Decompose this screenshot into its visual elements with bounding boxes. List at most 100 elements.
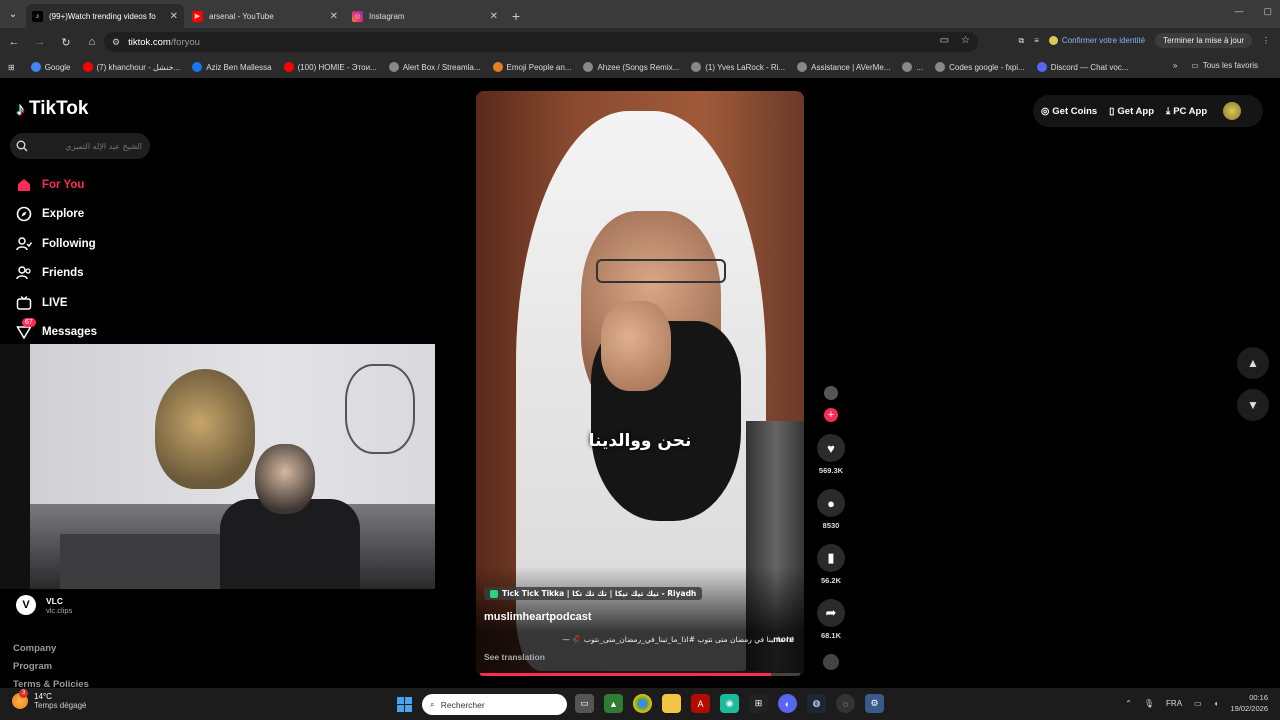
windows-start-icon[interactable]: [397, 697, 412, 712]
tab-instagram[interactable]: ◎ Instagram ✕: [346, 4, 504, 28]
update-button[interactable]: Terminer la mise à jour: [1155, 33, 1252, 48]
comment-icon: ●: [817, 489, 845, 517]
get-app-button[interactable]: ▯ Get App: [1109, 106, 1154, 117]
app-icon[interactable]: ◉: [720, 694, 739, 713]
search-box[interactable]: [10, 133, 150, 159]
maximize-icon[interactable]: ▢: [1263, 6, 1272, 17]
profile-icon: [1048, 36, 1058, 45]
minimize-icon[interactable]: —: [1234, 6, 1243, 17]
share-action[interactable]: ➦ 68.1K: [816, 599, 846, 640]
cast-icon[interactable]: ▭: [940, 35, 949, 46]
logo-text: TikTok: [29, 98, 89, 119]
bookmark-item[interactable]: (7) khanchour - خنشل...: [82, 62, 180, 72]
tiktok-logo[interactable]: ♪ TikTok: [16, 98, 88, 120]
bookmark-favicon-icon: [797, 62, 808, 72]
chevron-up-icon[interactable]: ⌃: [1125, 699, 1132, 708]
nav-following[interactable]: Following: [14, 229, 97, 259]
weather-widget[interactable]: 3 14°C Temps dégagé: [12, 689, 86, 710]
bookmark-item[interactable]: (1) Yves LaRock - Ri...: [691, 62, 785, 72]
menu-icon[interactable]: ⋮: [1262, 36, 1270, 45]
video-player[interactable]: نحن ووالدينا Tick Tick Tikka | تيك تيك ت…: [476, 91, 804, 676]
tab-search-button[interactable]: ⌄: [0, 0, 26, 28]
all-bookmarks[interactable]: ▭ Tous les favoris: [1191, 61, 1258, 70]
close-icon[interactable]: ✕: [170, 11, 178, 22]
footer-program[interactable]: Program: [13, 661, 89, 679]
save-action[interactable]: ▮ 56.2K: [816, 544, 846, 585]
like-action[interactable]: ♥ 569.3K: [816, 434, 846, 475]
confirm-identity-button[interactable]: Confirmer votre identité: [1048, 36, 1145, 45]
bookmark-item[interactable]: Aziz Ben Mallessa: [192, 62, 272, 72]
pc-app-button[interactable]: ⤓ PC App: [1166, 106, 1207, 117]
see-translation-link[interactable]: See translation: [484, 652, 545, 662]
tab-tiktok[interactable]: ♪ (99+)Watch trending videos fo ✕: [26, 4, 184, 28]
app-icon[interactable]: ◌: [836, 694, 855, 713]
footer-terms[interactable]: Terms & Policies: [13, 679, 89, 688]
bookmark-item[interactable]: Alert Box / Streamla...: [388, 62, 481, 72]
follow-button[interactable]: +: [824, 408, 838, 422]
search-input[interactable]: [32, 141, 142, 151]
extensions-icon[interactable]: ⧉: [1019, 36, 1025, 46]
nav-for-you[interactable]: For You: [14, 170, 97, 200]
nav-explore[interactable]: Explore: [14, 200, 97, 230]
forward-icon[interactable]: →: [28, 30, 52, 54]
music-tag[interactable]: Tick Tick Tikka | تيك تيك تيكا | تك تك ت…: [484, 587, 703, 600]
tiktok-icon: ♪: [32, 10, 43, 22]
task-view-icon[interactable]: ▭: [575, 694, 594, 713]
app-icon[interactable]: ⊞: [749, 694, 768, 713]
back-icon[interactable]: ←: [2, 30, 26, 54]
nav-friends[interactable]: Friends: [14, 259, 97, 289]
bookmark-item[interactable]: Emoji People an...: [492, 62, 571, 72]
wall-character-art: [155, 369, 255, 489]
adobe-icon[interactable]: A: [691, 694, 710, 713]
next-video-button[interactable]: ▼: [1237, 389, 1269, 421]
footer-company[interactable]: Company: [13, 643, 89, 661]
media-icon[interactable]: ≡: [1034, 36, 1039, 45]
steam-icon[interactable]: ◍: [807, 694, 826, 713]
apps-icon[interactable]: ⊞: [8, 63, 15, 72]
chrome-icon[interactable]: [633, 694, 652, 713]
bookmark-star-icon[interactable]: ☆: [961, 35, 970, 46]
more-bookmarks-icon[interactable]: »: [1173, 61, 1177, 70]
creator-avatar[interactable]: [824, 386, 838, 400]
get-coins-button[interactable]: ◎ Get Coins: [1041, 106, 1097, 117]
bookmark-item[interactable]: Codes google - fxpi...: [935, 62, 1025, 72]
tab-youtube[interactable]: ▶ arsenal - YouTube ✕: [186, 4, 344, 28]
close-icon[interactable]: ✕: [330, 11, 338, 22]
bookmark-favicon-icon: [691, 62, 702, 72]
youtube-icon: ▶: [192, 10, 203, 22]
bookmark-item[interactable]: Google: [30, 62, 71, 72]
volume-icon[interactable]: ◖: [1214, 699, 1219, 708]
compass-icon: [14, 204, 34, 224]
suggested-account[interactable]: V VLC vlc.clips: [16, 595, 72, 615]
nav-live[interactable]: LIVE: [14, 288, 97, 318]
bookmark-item[interactable]: Discord — Chat voc...: [1036, 62, 1129, 72]
microphone-icon[interactable]: 🎙: [1144, 699, 1154, 708]
bookmark-item[interactable]: (100) HOMIE - Этои...: [283, 62, 377, 72]
reload-icon[interactable]: ↻: [54, 30, 78, 54]
address-bar[interactable]: ⚙ tiktok.com/foryou ▭ ☆: [104, 32, 978, 52]
video-author[interactable]: muslimheartpodcast: [484, 611, 592, 623]
top-right-actions: ◎ Get Coins ▯ Get App ⤓ PC App: [1033, 95, 1263, 127]
taskbar-search[interactable]: ⌕ Rechercher: [422, 694, 567, 715]
bookmark-item[interactable]: ...: [902, 62, 923, 72]
nav-label: Friends: [42, 267, 84, 280]
video-progress-bar[interactable]: [480, 673, 800, 676]
site-info-icon[interactable]: ⚙: [112, 37, 120, 48]
discord-icon[interactable]: ◐: [778, 694, 797, 713]
more-button[interactable]: more: [773, 634, 794, 644]
network-icon[interactable]: ▭: [1194, 699, 1202, 708]
bookmark-item[interactable]: Ahzee (Songs Remix...: [583, 62, 679, 72]
previous-video-button[interactable]: ▲: [1237, 347, 1269, 379]
settings-icon[interactable]: ⚙: [865, 694, 884, 713]
close-icon[interactable]: ✕: [490, 11, 498, 22]
bookmark-item[interactable]: Assistance | AVerMe...: [797, 62, 890, 72]
comment-action[interactable]: ● 8530: [816, 489, 846, 530]
music-disc-icon[interactable]: [823, 654, 839, 670]
clock[interactable]: 00:16 19/02/2026: [1230, 692, 1268, 714]
new-tab-button[interactable]: +: [506, 4, 526, 28]
home-icon[interactable]: ⌂: [80, 30, 104, 54]
language-indicator[interactable]: FRA: [1166, 699, 1182, 708]
avatar[interactable]: [1223, 102, 1242, 120]
app-icon[interactable]: ▲: [604, 694, 623, 713]
file-explorer-icon[interactable]: [662, 694, 681, 713]
